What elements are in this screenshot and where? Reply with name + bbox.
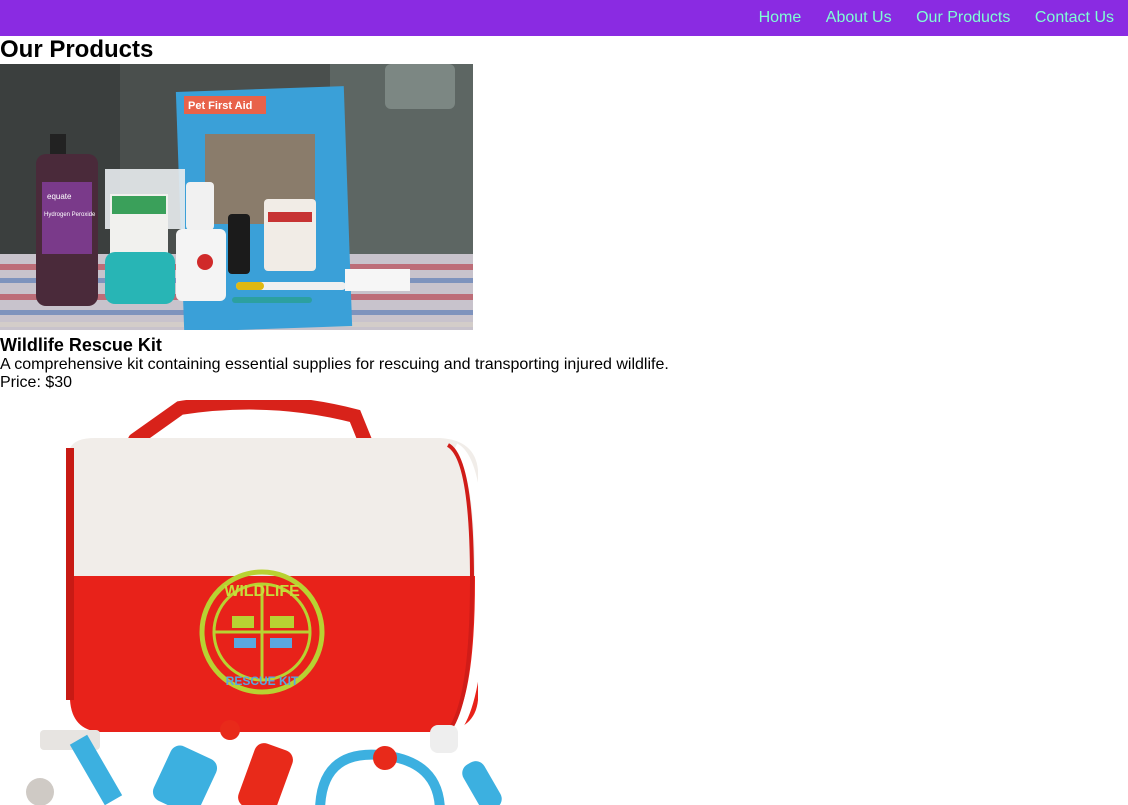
product-name: Wildlife Rescue Kit: [0, 335, 162, 355]
bag-logo-bottom-text: RESCUE KIT: [226, 674, 299, 688]
product-card: Pet First Aid equate Hydrogen Peroxide W…: [0, 64, 1128, 392]
product-description: A comprehensive kit containing essential…: [0, 356, 669, 373]
bottle-brand-text: equate: [47, 192, 72, 201]
nav-link-contact-us[interactable]: Contact Us: [1035, 9, 1114, 27]
product-image-first-aid-kit: Pet First Aid equate Hydrogen Peroxide: [0, 64, 473, 330]
nav-link-about-us[interactable]: About Us: [826, 9, 892, 27]
product-price: Price: $30: [0, 374, 73, 391]
bottle-label-text: Hydrogen Peroxide: [44, 212, 96, 218]
top-nav-bar: Home About Us Our Products Contact Us: [0, 0, 1128, 36]
nav-link-home[interactable]: Home: [759, 9, 802, 27]
product-image-wildlife-rescue-bag: WILDLIFE RESCUE KIT: [0, 400, 546, 805]
book-title-text: Pet First Aid: [188, 100, 252, 112]
nav-link-our-products[interactable]: Our Products: [916, 9, 1010, 27]
bag-logo-top-text: WILDLIFE: [224, 583, 300, 600]
page-title: Our Products: [0, 36, 154, 63]
product-card: WILDLIFE RESCUE KIT: [0, 400, 1128, 805]
